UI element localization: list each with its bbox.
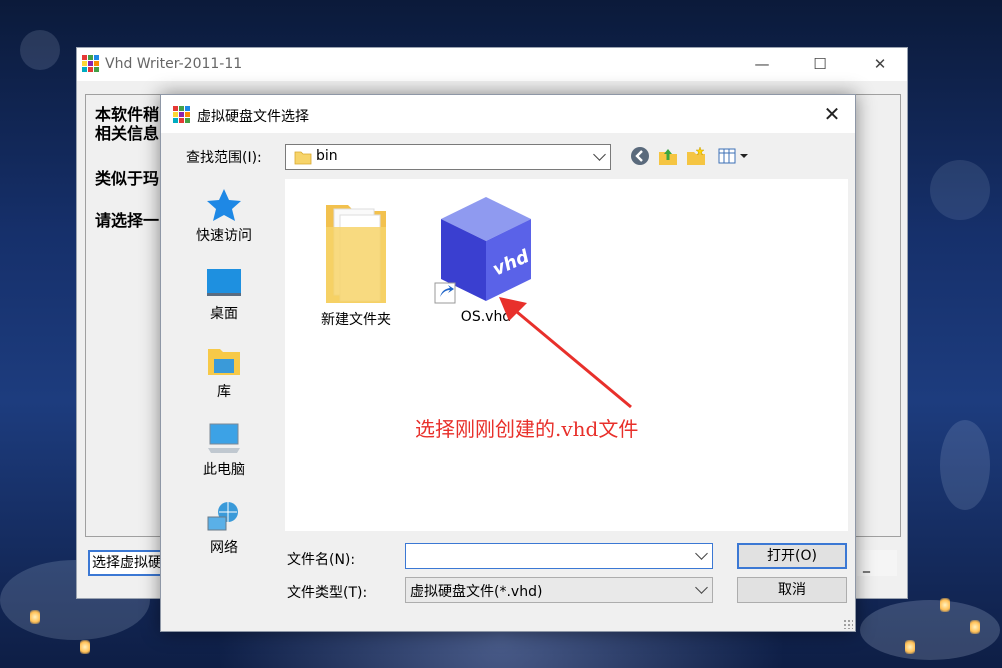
place-quick-access[interactable]: 快速访问 (187, 187, 261, 245)
place-label: 桌面 (210, 306, 238, 322)
maximize-button[interactable]: ☐ (797, 48, 843, 81)
main-titlebar[interactable]: Vhd Writer-2011-11 — ☐ ✕ (77, 48, 907, 81)
chevron-down-icon (695, 581, 708, 594)
folder-icon (326, 205, 386, 303)
library-icon (208, 349, 240, 375)
info-line-2: 相关信息 (95, 124, 160, 143)
place-this-pc[interactable]: 此电脑 (187, 421, 261, 479)
place-library[interactable]: 库 (187, 343, 261, 401)
filename-label: 文件名(N): (287, 552, 356, 568)
main-minor-button[interactable]: _ (857, 550, 897, 576)
place-label: 库 (217, 384, 231, 400)
close-button[interactable]: ✕ (857, 48, 903, 81)
new-folder-icon[interactable] (685, 145, 707, 167)
resize-grip-icon[interactable] (843, 619, 853, 629)
info-line-3: 类似于玛 (95, 169, 160, 188)
up-folder-icon[interactable] (657, 145, 679, 167)
app-grid-icon (82, 55, 99, 72)
place-label: 快速访问 (196, 228, 252, 244)
network-icon (207, 502, 238, 531)
cancel-button[interactable]: 取消 (737, 577, 847, 603)
lookin-value: bin (316, 148, 338, 164)
file-dialog: 虚拟硬盘文件选择 ✕ 查找范围(I): bin 快速访问 桌面 库 此电脑 网络… (160, 94, 856, 632)
main-window-title: Vhd Writer-2011-11 (105, 56, 243, 72)
back-icon[interactable] (629, 145, 651, 167)
chevron-down-icon (695, 547, 708, 560)
folder-icon (294, 151, 312, 165)
vhd-file-icon: vhd (434, 197, 533, 304)
minimize-button[interactable]: — (739, 48, 785, 81)
info-line-4: 请选择一 (95, 211, 160, 230)
filetype-value: 虚拟硬盘文件(*.vhd) (410, 584, 543, 600)
open-button[interactable]: 打开(O) (737, 543, 847, 569)
filetype-label: 文件类型(T): (287, 585, 368, 601)
dialog-close-button[interactable]: ✕ (815, 99, 849, 129)
this-pc-icon (208, 423, 240, 453)
dialog-titlebar[interactable]: 虚拟硬盘文件选择 ✕ (161, 95, 855, 133)
lookin-dropdown[interactable]: bin (285, 144, 611, 170)
file-item-folder[interactable]: 新建文件夹 (309, 197, 403, 329)
annotation-arrow-icon (499, 297, 632, 409)
chevron-down-icon (593, 148, 606, 161)
desktop-icon (207, 269, 241, 296)
place-desktop[interactable]: 桌面 (187, 265, 261, 323)
quick-access-star-icon (207, 189, 241, 221)
view-menu-icon[interactable] (717, 145, 751, 167)
select-vhd-button[interactable]: 选择虚拟硬 (88, 550, 168, 576)
annotation-text: 选择刚刚创建的.vhd文件 (415, 417, 639, 441)
place-label: 此电脑 (203, 462, 245, 478)
dialog-title: 虚拟硬盘文件选择 (197, 109, 309, 125)
file-name: 新建文件夹 (321, 312, 391, 328)
place-network[interactable]: 网络 (187, 499, 261, 557)
filetype-dropdown[interactable]: 虚拟硬盘文件(*.vhd) (405, 577, 713, 603)
filename-input[interactable] (405, 543, 713, 569)
app-grid-icon (173, 106, 190, 123)
lookin-label: 查找范围(I): (186, 150, 262, 166)
place-label: 网络 (210, 540, 238, 556)
